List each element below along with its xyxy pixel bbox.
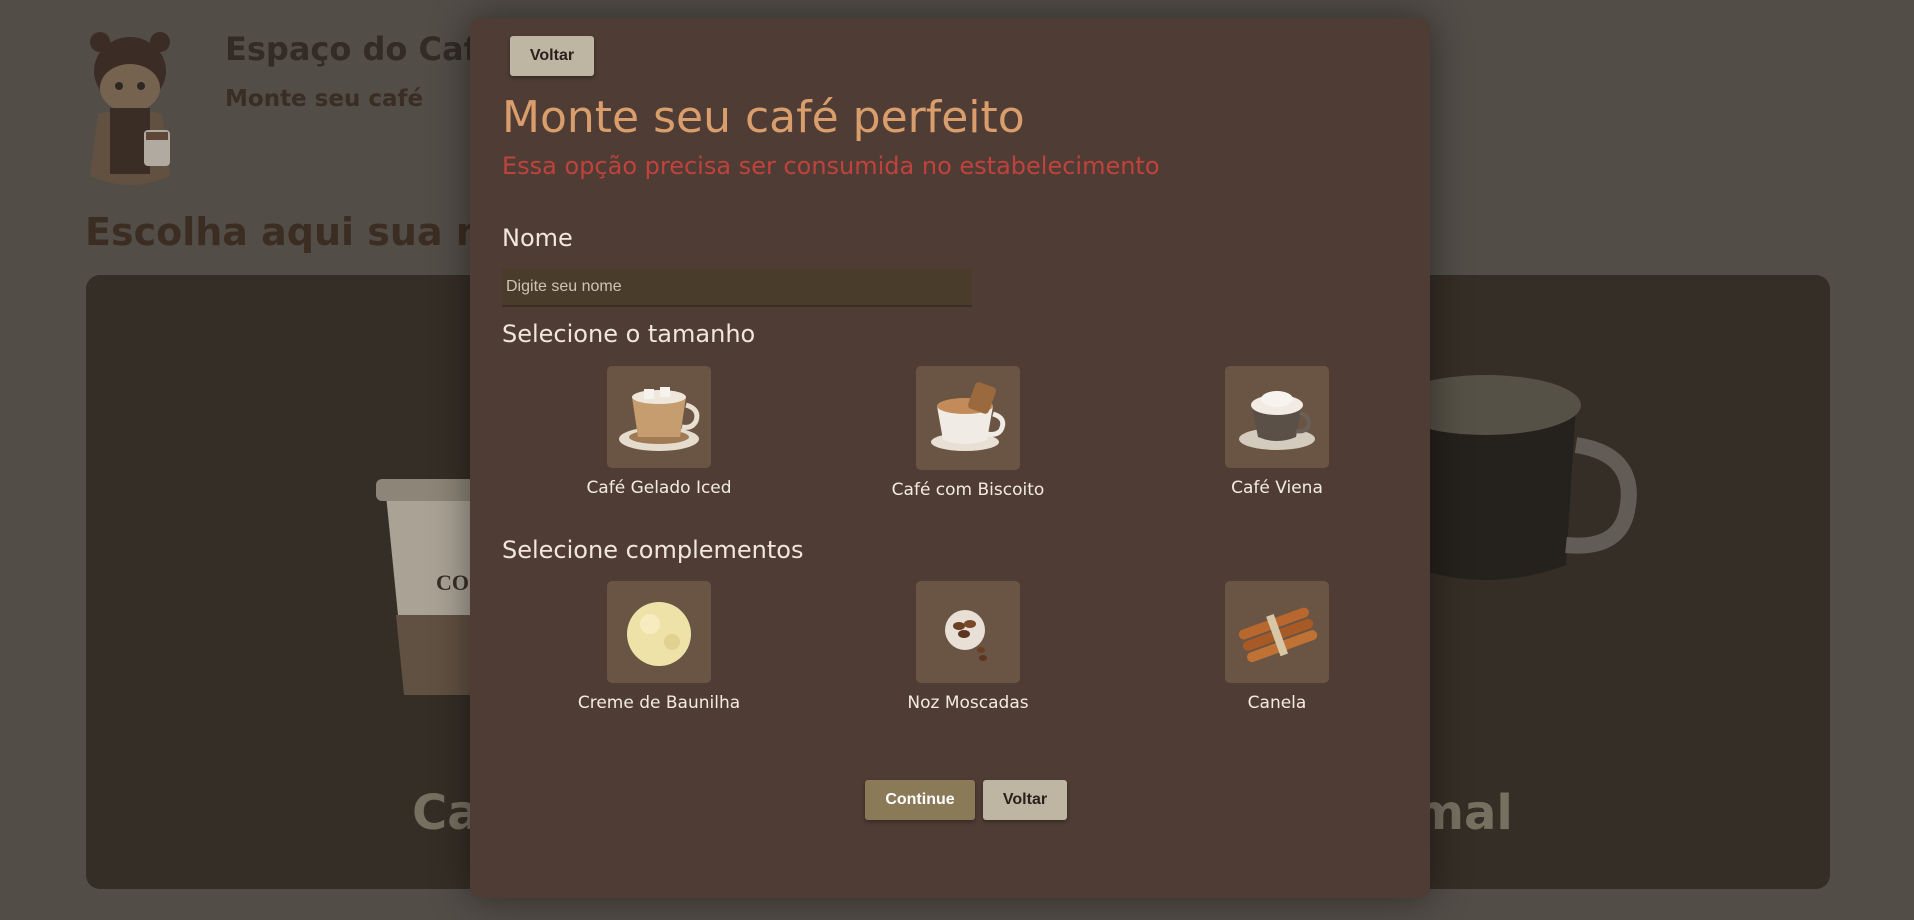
size-option-label: Café Gelado Iced xyxy=(586,478,732,498)
extra-option-label: Noz Moscadas xyxy=(907,693,1029,713)
coffee-with-biscuit-icon xyxy=(916,366,1020,470)
size-option-cafe-com-biscoito[interactable]: Café com Biscoito xyxy=(848,366,1088,500)
name-label: Nome xyxy=(502,224,573,252)
cinnamon-sticks-icon xyxy=(1225,581,1329,683)
size-section-label: Selecione o tamanho xyxy=(502,320,756,348)
size-option-cafe-gelado-iced[interactable]: Café Gelado Iced xyxy=(539,366,779,498)
name-input[interactable] xyxy=(502,269,972,307)
continue-button[interactable]: Continue xyxy=(865,780,975,820)
nutmeg-icon xyxy=(916,581,1020,683)
extra-option-noz-moscadas[interactable]: Noz Moscadas xyxy=(848,581,1088,713)
extra-option-label: Creme de Baunilha xyxy=(577,693,741,713)
extra-option-label: Canela xyxy=(1247,693,1307,713)
back-button[interactable]: Voltar xyxy=(983,780,1067,820)
iced-coffee-cup-icon xyxy=(607,366,711,468)
vanilla-ice-cream-icon xyxy=(607,581,711,683)
cat-barista-logo-icon xyxy=(90,32,170,185)
size-option-label: Café Viena xyxy=(1231,478,1323,498)
modal-title: Monte seu café perfeito xyxy=(502,92,1025,143)
brand-subtitle: Monte seu café xyxy=(225,86,424,112)
extra-option-creme-de-baunilha[interactable]: Creme de Baunilha xyxy=(539,581,779,713)
size-option-label: Café com Biscoito xyxy=(891,480,1045,500)
menu-heading: Escolha aqui sua m xyxy=(85,210,496,254)
top-back-button[interactable]: Voltar xyxy=(510,36,594,76)
extras-section-label: Selecione complementos xyxy=(502,536,804,564)
vienna-coffee-icon xyxy=(1225,366,1329,468)
extra-option-canela[interactable]: Canela xyxy=(1157,581,1397,713)
consumption-warning: Essa opção precisa ser consumida no esta… xyxy=(502,152,1160,180)
size-option-cafe-viena[interactable]: Café Viena xyxy=(1157,366,1397,498)
build-coffee-modal: Voltar Monte seu café perfeito Essa opçã… xyxy=(470,18,1430,898)
brand-title: Espaço do Café xyxy=(225,30,500,68)
cup-brand-text: CO xyxy=(436,570,469,595)
